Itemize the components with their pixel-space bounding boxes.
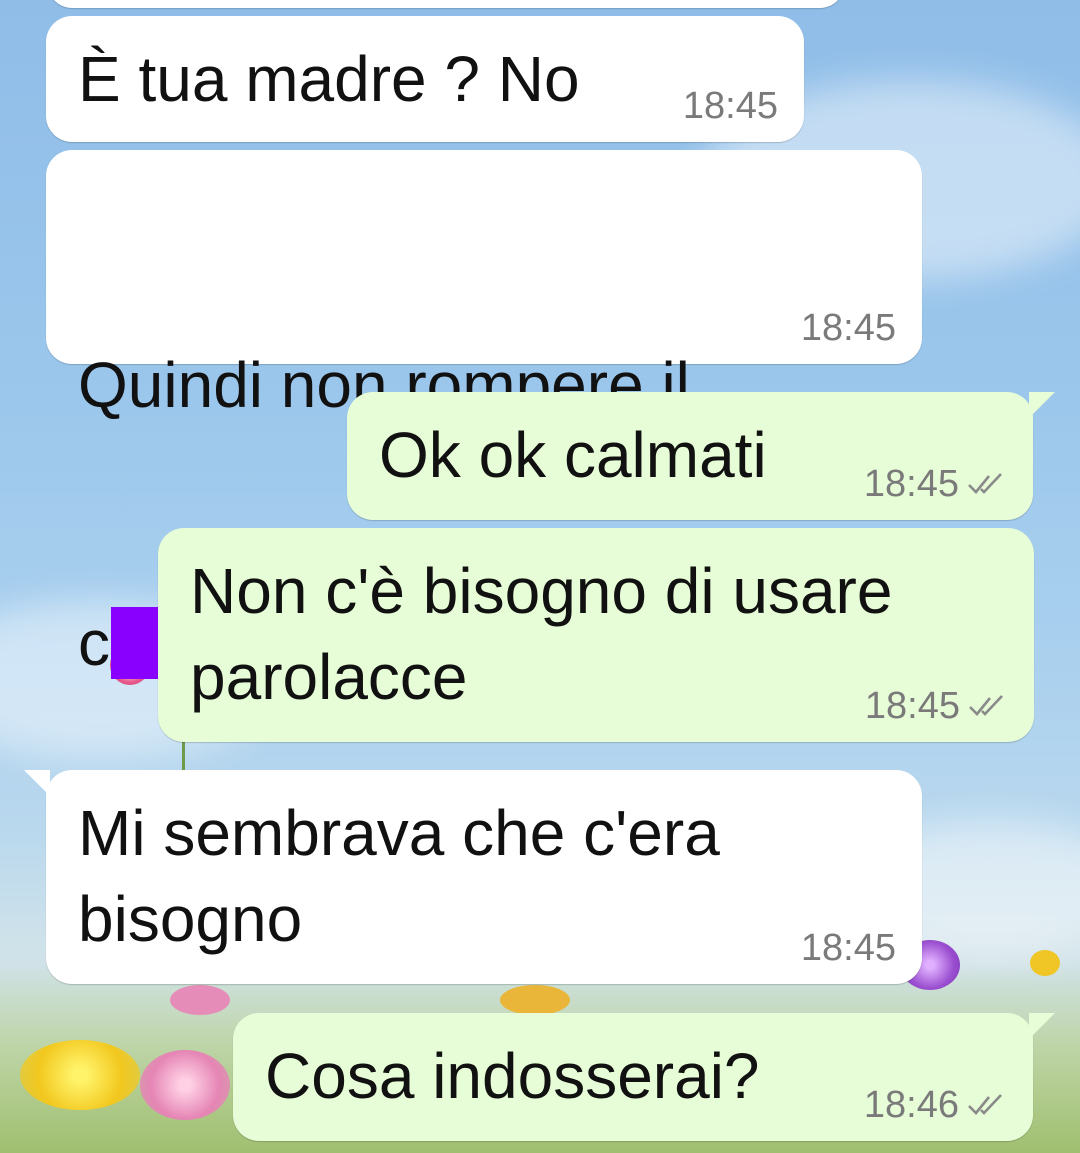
message-bubble-incoming[interactable]	[48, 0, 844, 8]
message-meta: 18:45	[865, 684, 1008, 728]
message-time: 18:45	[800, 927, 896, 969]
message-meta: 18:45	[801, 306, 896, 350]
message-text: Mi sembrava che c'era bisogno	[78, 797, 720, 955]
message-bubble-incoming[interactable]: È tua madre ? No 18:45	[46, 16, 804, 142]
double-check-icon	[969, 695, 1003, 716]
wallpaper-flower	[1030, 950, 1060, 976]
message-time: 18:46	[863, 1084, 959, 1126]
message-text: È tua madre ? No	[78, 43, 580, 115]
message-time: 18:45	[863, 463, 959, 505]
message-time: 18:45	[864, 685, 960, 727]
message-bubble-incoming[interactable]: Quindi non rompere il czo 18:45	[46, 150, 922, 679]
double-check-icon	[968, 473, 1002, 494]
message-bubble-outgoing[interactable]: Cosa indosserai? 18:46	[233, 1013, 1055, 1141]
message-meta: 18:45	[801, 926, 896, 970]
message-bubble-incoming[interactable]: Mi sembrava che c'era bisogno 18:45	[24, 770, 922, 984]
message-bubble-outgoing[interactable]: Ok ok calmati 18:45	[347, 392, 1055, 520]
message-time: 18:45	[682, 85, 778, 127]
wallpaper-flower	[170, 985, 230, 1015]
message-text: Ok ok calmati	[379, 419, 767, 491]
message-text: Cosa indosserai?	[265, 1040, 760, 1112]
message-fragment: c	[78, 607, 110, 679]
message-text: Non c'è bisogno di usare parolacce	[190, 555, 893, 713]
double-check-icon	[968, 1094, 1002, 1115]
wallpaper-flower	[140, 1050, 230, 1120]
message-bubble-outgoing[interactable]: Non c'è bisogno di usare parolacce 18:45	[158, 528, 1034, 742]
message-time: 18:45	[800, 307, 896, 349]
wallpaper-flower	[20, 1040, 140, 1110]
message-meta: 18:45	[683, 84, 778, 128]
message-meta: 18:46	[864, 1083, 1007, 1127]
wallpaper-flower	[500, 985, 570, 1015]
message-meta: 18:45	[864, 462, 1007, 506]
